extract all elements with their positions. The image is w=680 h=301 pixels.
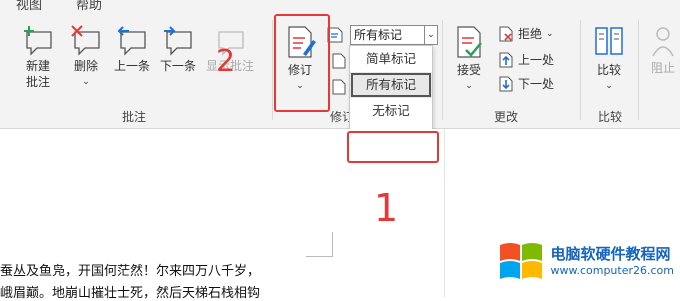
- highlight-box-original-option: [347, 131, 439, 163]
- accept-icon: [457, 26, 482, 58]
- markup-select-chevron-icon[interactable]: ⌄: [425, 25, 438, 45]
- reject-label: 拒绝: [518, 27, 543, 41]
- accept-label: 接受: [456, 63, 481, 77]
- markup-option-all[interactable]: 所有标记: [350, 72, 432, 98]
- windows-logo-icon: [500, 243, 543, 279]
- margin-marker: [306, 232, 333, 257]
- markup-select-value: 所有标记: [354, 28, 403, 42]
- accept-button[interactable]: 接受 ⌄: [448, 24, 490, 94]
- markup-display-row: 所有标记 ⌄: [326, 25, 438, 45]
- previous-label: 上一条: [113, 59, 150, 73]
- compare-group-label: 比较: [598, 110, 623, 124]
- highlight-box-track-changes: [274, 14, 330, 112]
- group-separator: [638, 20, 639, 120]
- next-change-button[interactable]: 下一处: [498, 75, 554, 92]
- tab-view[interactable]: 视图: [16, 0, 42, 13]
- group-separator: [442, 20, 443, 120]
- delete-comment-icon: [71, 25, 100, 56]
- previous-comment-icon: [117, 26, 146, 56]
- show-markup-icon[interactable]: [331, 52, 347, 70]
- next-label: 下一条: [159, 59, 196, 73]
- watermark-title: 电脑软硬件教程网: [550, 245, 671, 263]
- previous-change-icon: [499, 52, 513, 67]
- next-comment-icon: [164, 26, 192, 56]
- chevron-down-icon: ⌄: [546, 28, 554, 39]
- previous-comment-button[interactable]: 上一条: [110, 24, 154, 74]
- reject-button[interactable]: 拒绝 ⌄: [498, 25, 554, 42]
- chevron-down-icon: ⌄: [82, 77, 90, 87]
- markup-option-simple[interactable]: 简单标记: [350, 46, 432, 72]
- watermark: 电脑软硬件教程网 www.computer26.com: [498, 239, 674, 281]
- reviewing-pane-icon[interactable]: [331, 78, 347, 96]
- markup-select[interactable]: 所有标记: [350, 25, 425, 45]
- delete-comment-button[interactable]: 删除 ⌄: [64, 24, 108, 90]
- watermark-url: www.computer26.com: [550, 264, 674, 277]
- comments-group-label: 批注: [122, 110, 147, 124]
- annotation-number-1: 1: [374, 186, 399, 230]
- annotation-number-2: 2: [216, 44, 236, 79]
- compare-icon: [595, 27, 623, 55]
- reject-icon: [499, 26, 513, 41]
- chevron-down-icon: ⌄: [465, 81, 473, 91]
- delete-label: 删除: [73, 59, 98, 73]
- chevron-down-icon: ⌄: [605, 81, 613, 91]
- block-authors-label: 阻止: [650, 61, 675, 75]
- ribbon: 视图 帮助 新建 批注 删除 ⌄ 上一条 下一条 显示批注 批注 修订 ⌄ 所有…: [0, 0, 680, 129]
- page-edge-line: [444, 129, 445, 297]
- next-comment-button[interactable]: 下一条: [156, 24, 200, 74]
- next-change-label: 下一处: [518, 77, 555, 91]
- document-line-1: 蚕丛及鱼凫，开国何茫然！尔来四万八千岁，: [0, 264, 261, 279]
- block-authors-button[interactable]: 阻止: [646, 24, 680, 76]
- next-change-icon: [499, 76, 513, 91]
- compare-button[interactable]: 比较 ⌄: [588, 24, 630, 94]
- markup-option-none[interactable]: 无标记: [350, 98, 432, 124]
- tab-help[interactable]: 帮助: [76, 0, 102, 13]
- changes-group-label: 更改: [494, 110, 519, 124]
- group-separator: [272, 20, 273, 120]
- compare-label: 比较: [596, 63, 621, 77]
- new-comment-button[interactable]: 新建 批注: [16, 24, 60, 90]
- previous-change-label: 上一处: [518, 53, 555, 67]
- previous-change-button[interactable]: 上一处: [498, 51, 554, 68]
- person-icon: [652, 27, 674, 57]
- group-separator: [580, 20, 581, 120]
- document-line-2: 峨眉巅。地崩山摧壮士死，然后天梯石栈相钩: [0, 286, 261, 301]
- new-comment-label: 新建 批注: [25, 59, 50, 89]
- new-comment-icon: [24, 26, 52, 56]
